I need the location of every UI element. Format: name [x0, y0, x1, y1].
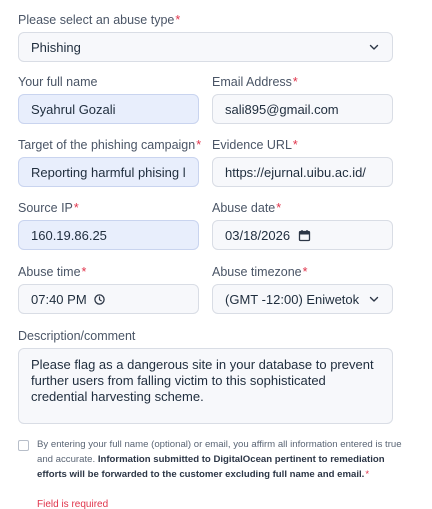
source-ip-input[interactable]: 160.19.86.25 — [18, 220, 199, 250]
abuse-date-label: Abuse date* — [212, 201, 282, 215]
evidence-url-input[interactable]: https://ejurnal.uibu.ac.id/ — [212, 157, 393, 187]
full-name-value: Syahrul Gozali — [31, 101, 116, 117]
required-marker: * — [73, 201, 79, 215]
abuse-timezone-value: (GMT -12:00) Eniwetok — [225, 291, 360, 307]
abuse-type-select[interactable]: Phishing — [18, 32, 393, 62]
required-marker: * — [196, 138, 202, 152]
full-name-input[interactable]: Syahrul Gozali — [18, 94, 199, 124]
abuse-type-label: Please select an abuse type* — [18, 13, 181, 27]
description-value: Please flag as a dangerous site in your … — [31, 357, 374, 404]
email-label: Email Address* — [212, 75, 298, 89]
clock-icon[interactable] — [93, 293, 106, 306]
target-value: Reporting harmful phising link — [31, 164, 186, 180]
abuse-date-value: 03/18/2026 — [225, 227, 291, 243]
abuse-time-input[interactable]: 07:40 PM — [18, 284, 199, 314]
consent-error: Field is required — [37, 499, 109, 509]
source-ip-value: 160.19.86.25 — [31, 227, 107, 243]
abuse-timezone-select[interactable]: (GMT -12:00) Eniwetok — [212, 284, 393, 314]
abuse-time-value: 07:40 PM — [31, 291, 87, 307]
consent-text: By entering your full name (optional) or… — [37, 438, 407, 482]
required-marker: * — [175, 13, 181, 27]
target-label: Target of the phishing campaign* — [18, 138, 202, 152]
source-ip-label: Source IP* — [18, 201, 79, 215]
evidence-url-value: https://ejurnal.uibu.ac.id/ — [225, 164, 366, 180]
description-textarea[interactable]: Please flag as a dangerous site in your … — [18, 348, 393, 424]
required-marker: * — [365, 468, 370, 480]
required-marker: * — [302, 265, 308, 279]
calendar-icon[interactable] — [298, 229, 311, 242]
required-marker: * — [292, 75, 298, 89]
abuse-date-input[interactable]: 03/18/2026 — [212, 220, 393, 250]
evidence-url-label: Evidence URL* — [212, 138, 298, 152]
full-name-label: Your full name — [18, 75, 98, 89]
required-marker: * — [276, 201, 282, 215]
abuse-time-label: Abuse time* — [18, 265, 87, 279]
abuse-type-value: Phishing — [31, 39, 81, 55]
description-label: Description/comment — [18, 329, 136, 343]
email-value: sali895@gmail.com — [225, 101, 339, 117]
chevron-down-icon — [369, 44, 379, 50]
chevron-down-icon — [369, 296, 379, 302]
target-input[interactable]: Reporting harmful phising link — [18, 157, 199, 187]
required-marker: * — [292, 138, 298, 152]
consent-checkbox[interactable] — [18, 440, 29, 451]
abuse-timezone-label: Abuse timezone* — [212, 265, 308, 279]
required-marker: * — [81, 265, 87, 279]
email-input[interactable]: sali895@gmail.com — [212, 94, 393, 124]
